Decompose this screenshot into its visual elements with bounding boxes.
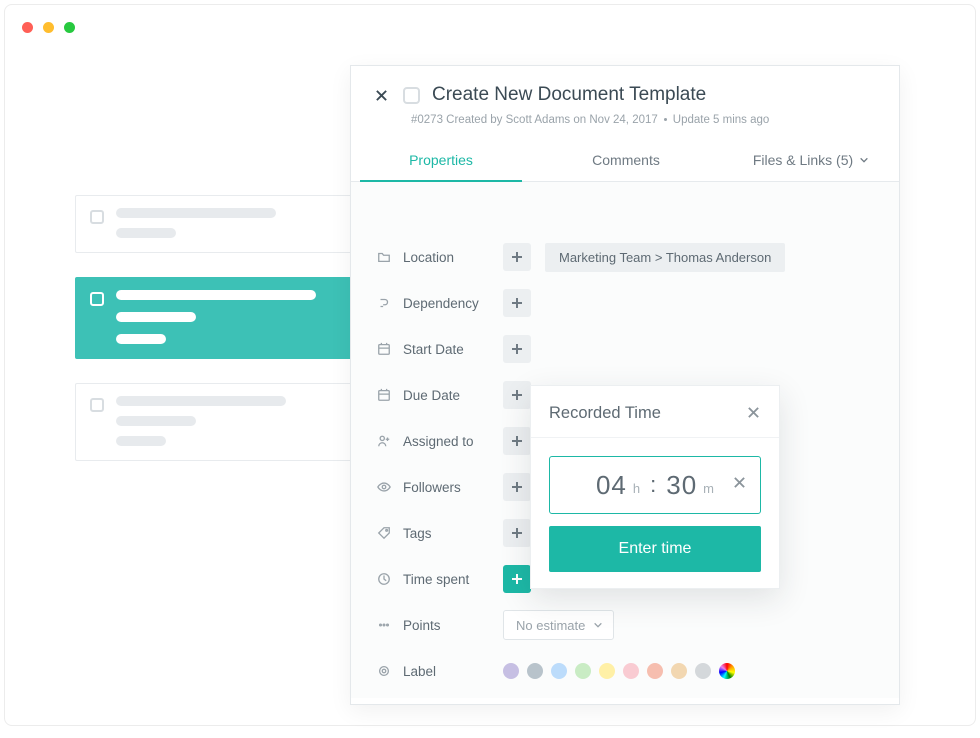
- recorded-time-popover: Recorded Time 04 h : 30 m Enter time: [530, 385, 780, 589]
- label-color-option[interactable]: [719, 663, 735, 679]
- calendar-icon: [375, 342, 393, 356]
- start-date-label: Start Date: [403, 342, 493, 357]
- followers-label: Followers: [403, 480, 493, 495]
- add-due-date-button[interactable]: [503, 381, 531, 409]
- row-label: Label: [375, 648, 875, 694]
- enter-time-button[interactable]: Enter time: [549, 526, 761, 572]
- label-label: Label: [403, 664, 493, 679]
- panel-title: Create New Document Template: [432, 84, 706, 106]
- label-color-option[interactable]: [599, 663, 615, 679]
- person-icon: [375, 434, 393, 448]
- dependency-icon: [375, 296, 393, 310]
- label-color-picker: [503, 663, 743, 679]
- assigned-label: Assigned to: [403, 434, 493, 449]
- due-date-label: Due Date: [403, 388, 493, 403]
- tab-comments[interactable]: Comments: [531, 140, 721, 181]
- row-start-date: Start Date: [375, 326, 875, 372]
- traffic-lights: [22, 22, 75, 33]
- add-assignee-button[interactable]: [503, 427, 531, 455]
- task-checkbox[interactable]: [90, 398, 104, 412]
- chevron-down-icon: [859, 155, 869, 165]
- label-color-option[interactable]: [671, 663, 687, 679]
- time-spent-label: Time spent: [403, 572, 493, 587]
- label-color-option[interactable]: [527, 663, 543, 679]
- label-color-option[interactable]: [503, 663, 519, 679]
- add-follower-button[interactable]: [503, 473, 531, 501]
- close-icon[interactable]: [371, 85, 391, 105]
- calendar-icon: [375, 388, 393, 402]
- label-color-option[interactable]: [551, 663, 567, 679]
- hours-unit: h: [633, 481, 640, 496]
- clear-time-icon[interactable]: [733, 476, 746, 494]
- window-zoom-dot[interactable]: [64, 22, 75, 33]
- add-start-date-button[interactable]: [503, 335, 531, 363]
- time-input[interactable]: 04 h : 30 m: [549, 456, 761, 514]
- tags-label: Tags: [403, 526, 493, 541]
- points-label: Points: [403, 618, 493, 633]
- add-location-button[interactable]: [503, 243, 531, 271]
- points-icon: [375, 618, 393, 632]
- location-value[interactable]: Marketing Team > Thomas Anderson: [545, 243, 785, 272]
- tab-files[interactable]: Files & Links (5): [721, 140, 901, 181]
- tag-icon: [375, 526, 393, 540]
- label-color-option[interactable]: [695, 663, 711, 679]
- tab-properties[interactable]: Properties: [351, 140, 531, 181]
- row-points: Points No estimate: [375, 602, 875, 648]
- panel-subtitle: #0273 Created by Scott Adams on Nov 24, …: [351, 112, 899, 140]
- time-colon: :: [650, 472, 656, 498]
- task-checkbox[interactable]: [90, 292, 104, 306]
- task-complete-checkbox[interactable]: [403, 87, 420, 104]
- window-minimize-dot[interactable]: [43, 22, 54, 33]
- row-dependency: Dependency: [375, 280, 875, 326]
- minutes-unit: m: [703, 481, 714, 496]
- clock-icon: [375, 572, 393, 586]
- close-icon[interactable]: [747, 406, 763, 422]
- add-time-button[interactable]: [503, 565, 531, 593]
- points-value: No estimate: [516, 618, 585, 633]
- label-color-option[interactable]: [575, 663, 591, 679]
- app-window: •••• ••••: [4, 4, 976, 726]
- panel-tabs: Properties Comments Files & Links (5): [351, 140, 899, 182]
- task-checkbox[interactable]: [90, 210, 104, 224]
- label-color-option[interactable]: [647, 663, 663, 679]
- chevron-down-icon: [593, 620, 603, 630]
- minutes-value: 30: [666, 470, 697, 501]
- popover-title: Recorded Time: [549, 404, 661, 423]
- hours-value: 04: [596, 470, 627, 501]
- location-label: Location: [403, 250, 493, 265]
- window-close-dot[interactable]: [22, 22, 33, 33]
- label-color-option[interactable]: [623, 663, 639, 679]
- dependency-label: Dependency: [403, 296, 493, 311]
- points-select[interactable]: No estimate: [503, 610, 614, 640]
- tab-files-label: Files & Links (5): [753, 152, 853, 168]
- eye-icon: [375, 480, 393, 494]
- label-icon: [375, 664, 393, 678]
- row-location: Location Marketing Team > Thomas Anderso…: [375, 234, 875, 280]
- folder-icon: [375, 250, 393, 264]
- add-dependency-button[interactable]: [503, 289, 531, 317]
- add-tag-button[interactable]: [503, 519, 531, 547]
